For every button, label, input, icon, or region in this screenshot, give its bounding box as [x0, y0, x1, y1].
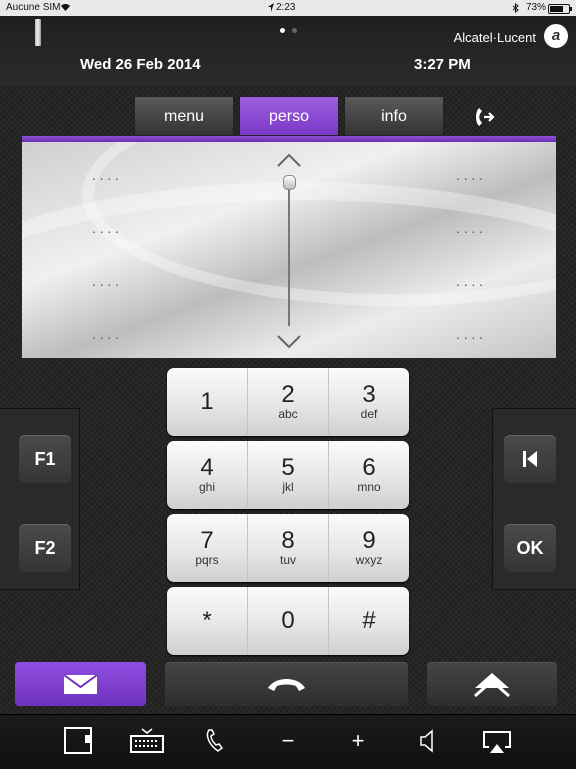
tab-menu[interactable]: menu [134, 96, 234, 136]
volume-up-button[interactable]: + [341, 727, 375, 755]
key-digit: 5 [281, 454, 295, 481]
keypad-row: 4 ghi 5 jkl 6 mno [167, 441, 409, 509]
key-letters: ghi [198, 480, 215, 494]
ok-button[interactable]: OK [504, 524, 556, 572]
key-digit: 9 [362, 527, 376, 554]
key-digit: 4 [200, 454, 214, 481]
drag-handle[interactable] [35, 19, 41, 46]
bluetooth-icon [512, 3, 519, 13]
skip-back-button[interactable] [504, 435, 556, 483]
key-letters: def [360, 407, 378, 421]
key-3[interactable]: 3 def [329, 368, 409, 436]
chevron-up-icon [474, 673, 510, 698]
key-hash[interactable]: # [329, 587, 409, 655]
key-0[interactable]: 0 [248, 587, 329, 655]
key-digit: 0 [281, 607, 295, 634]
key-9[interactable]: 9 wxyz [329, 514, 409, 582]
right-perso-slot-2[interactable]: ···· [446, 223, 496, 239]
scroll-up-chevron-icon[interactable] [275, 150, 303, 170]
left-perso-slot-1[interactable]: ···· [82, 170, 132, 186]
key-letters: pqrs [195, 553, 219, 567]
key-digit: # [362, 607, 376, 634]
scroll-track[interactable] [288, 180, 290, 326]
handset-icon[interactable] [200, 727, 234, 755]
carrier-label: Aucune SIM [6, 2, 61, 13]
key-digit: 2 [281, 381, 295, 408]
key-digit: 3 [362, 381, 376, 408]
phone-hangup-icon [268, 679, 305, 691]
f2-button[interactable]: F2 [19, 524, 71, 572]
left-perso-slot-2[interactable]: ···· [82, 223, 132, 239]
key-letters: mno [357, 480, 381, 494]
expand-up-button[interactable] [427, 662, 557, 706]
key-4[interactable]: 4 ghi [167, 441, 248, 509]
scroll-down-chevron-icon[interactable] [275, 332, 303, 352]
right-perso-slot-3[interactable]: ···· [446, 276, 496, 292]
status-time: 2:23 [276, 2, 296, 13]
key-7[interactable]: 7 pqrs [167, 514, 248, 582]
key-5[interactable]: 5 jkl [248, 441, 329, 509]
key-6[interactable]: 6 mno [329, 441, 409, 509]
keyboard-icon[interactable] [130, 727, 164, 755]
f1-button[interactable]: F1 [19, 435, 71, 483]
wifi-icon [61, 3, 70, 11]
right-perso-slot-1[interactable]: ···· [446, 170, 496, 186]
voicemail-button[interactable] [15, 662, 146, 706]
header-band [0, 16, 576, 86]
key-letters: tuv [279, 553, 296, 567]
keypad-row: 1 2 abc 3 def [167, 368, 409, 436]
airplay-icon[interactable] [480, 727, 514, 755]
key-digit: 7 [200, 527, 214, 554]
key-letters: abc [278, 407, 298, 421]
left-perso-slot-4[interactable]: ···· [82, 329, 132, 345]
key-digit: 1 [200, 388, 214, 415]
scroll-thumb[interactable] [283, 175, 296, 190]
tab-info[interactable]: info [344, 96, 444, 136]
tab-perso[interactable]: perso [239, 96, 339, 136]
call-transfer-icon[interactable] [470, 102, 500, 132]
key-letters: wxyz [355, 553, 383, 567]
key-digit: * [202, 607, 212, 634]
clock-label: 3:27 PM [414, 56, 471, 73]
hangup-button[interactable] [165, 662, 408, 706]
speaker-icon[interactable] [410, 727, 444, 755]
key-1[interactable]: 1 [167, 368, 248, 436]
volume-down-button[interactable]: − [271, 727, 305, 755]
location-icon [268, 3, 274, 12]
key-star[interactable]: * [167, 587, 248, 655]
brand-label: Alcatel·Lucent [453, 30, 536, 45]
page-indicator-dot-2[interactable] [292, 28, 297, 33]
status-bar: Aucune SIM 2:23 73% [0, 0, 576, 16]
skip-back-icon [523, 451, 537, 467]
battery-percent: 73% [526, 2, 547, 13]
key-letters: jkl [282, 480, 294, 494]
keypad-row: 7 pqrs 8 tuv 9 wxyz [167, 514, 409, 582]
key-digit: 8 [281, 527, 295, 554]
key-2[interactable]: 2 abc [248, 368, 329, 436]
envelope-icon [63, 674, 98, 694]
left-perso-slot-3[interactable]: ···· [82, 276, 132, 292]
right-perso-slot-4[interactable]: ···· [446, 329, 496, 345]
contacts-card-icon[interactable] [62, 727, 96, 755]
key-digit: 6 [362, 454, 376, 481]
date-label: Wed 26 Feb 2014 [80, 56, 201, 73]
keypad-row: * 0 # [167, 587, 409, 655]
battery-icon [548, 4, 572, 14]
key-8[interactable]: 8 tuv [248, 514, 329, 582]
alcatel-logo-icon: a [544, 24, 568, 48]
page-indicator-dot-1[interactable] [280, 28, 285, 33]
